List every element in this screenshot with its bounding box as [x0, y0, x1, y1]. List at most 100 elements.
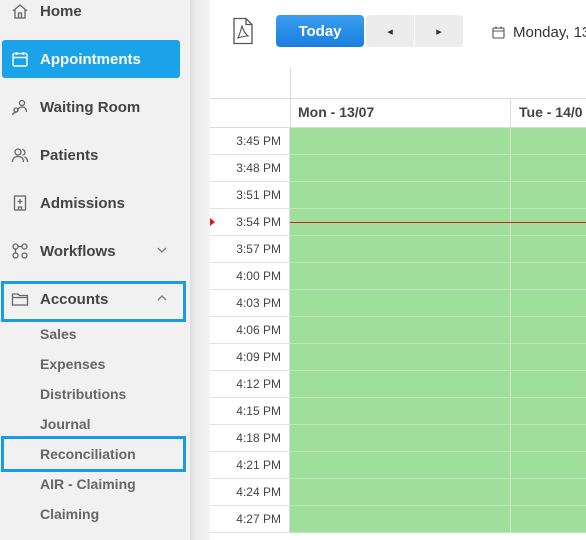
time-row: 4:24 PM [210, 479, 586, 506]
time-row: 3:45 PM [210, 128, 586, 155]
submenu-item-expenses[interactable]: Expenses [40, 353, 105, 375]
time-slot-mon[interactable] [290, 371, 511, 398]
time-slot-tue[interactable] [511, 236, 586, 263]
time-slot-tue[interactable] [511, 263, 586, 290]
sidebar-item-workflows[interactable]: Workflows [0, 232, 180, 270]
calendar-grid: Mon - 13/07 Tue - 14/0 3:45 PM 3:48 PM 3… [210, 68, 586, 540]
current-time-marker [210, 218, 215, 226]
sidebar-item-waiting-room[interactable]: Waiting Room [0, 88, 180, 126]
sidebar-item-admissions[interactable]: Admissions [0, 184, 180, 222]
time-grid: 3:45 PM 3:48 PM 3:51 PM 3:54 PM 3:57 PM … [210, 128, 586, 540]
time-slot-tue[interactable] [511, 182, 586, 209]
calendar-icon [492, 26, 505, 39]
submenu-item-distributions[interactable]: Distributions [40, 383, 126, 405]
time-slot-tue[interactable] [511, 371, 586, 398]
time-slot-mon[interactable] [290, 398, 511, 425]
sidebar-item-patients[interactable]: Patients [0, 136, 180, 174]
time-row: 4:18 PM [210, 425, 586, 452]
time-label: 3:54 PM [210, 209, 290, 236]
patients-icon [10, 145, 30, 165]
time-label: 4:21 PM [210, 452, 290, 479]
submenu-item-sales[interactable]: Sales [40, 323, 77, 345]
time-row: 4:12 PM [210, 371, 586, 398]
sidebar-divider [190, 0, 210, 540]
submenu-item-journal[interactable]: Journal [40, 413, 91, 435]
time-slot-tue[interactable] [511, 452, 586, 479]
date-range-picker[interactable]: Monday, 13 [492, 22, 586, 42]
time-row: 3:51 PM [210, 182, 586, 209]
time-slot-mon[interactable] [290, 506, 511, 533]
day-header-tue[interactable]: Tue - 14/0 [511, 98, 586, 127]
time-slot-mon[interactable] [290, 155, 511, 182]
time-label: 4:18 PM [210, 425, 290, 452]
workflow-icon [10, 241, 30, 261]
calendar-toolbar: Today ◂ ▸ Monday, 13 [210, 0, 586, 69]
time-slot-tue[interactable] [511, 506, 586, 533]
all-day-row [210, 68, 586, 99]
next-button[interactable]: ▸ [415, 15, 463, 47]
time-row: 4:09 PM [210, 344, 586, 371]
day-header-row: Mon - 13/07 Tue - 14/0 [210, 98, 586, 128]
submenu-item-claiming[interactable]: Claiming [40, 503, 99, 525]
time-row: 4:06 PM [210, 317, 586, 344]
time-label: 4:12 PM [210, 371, 290, 398]
time-row: 4:21 PM [210, 452, 586, 479]
calendar-icon [10, 49, 30, 69]
hospital-icon [10, 193, 30, 213]
time-label: 4:27 PM [210, 506, 290, 533]
time-row: 4:00 PM [210, 263, 586, 290]
time-slot-mon[interactable] [290, 263, 511, 290]
time-slot-mon[interactable] [290, 236, 511, 263]
day-header-mon[interactable]: Mon - 13/07 [290, 98, 511, 127]
time-slot-tue[interactable] [511, 344, 586, 371]
pdf-export-icon[interactable] [231, 17, 255, 45]
time-row: 4:15 PM [210, 398, 586, 425]
time-slot-tue[interactable] [511, 425, 586, 452]
sidebar-item-label: Home [40, 2, 82, 20]
sidebar-item-appointments[interactable]: Appointments [2, 40, 180, 78]
time-slot-mon[interactable] [290, 479, 511, 506]
time-label: 4:03 PM [210, 290, 290, 317]
time-slot-tue[interactable] [511, 128, 586, 155]
time-label: 4:00 PM [210, 263, 290, 290]
all-day-gutter [210, 68, 291, 98]
time-label: 3:48 PM [210, 155, 290, 182]
time-slot-tue[interactable] [511, 317, 586, 344]
time-slot-tue[interactable] [511, 155, 586, 182]
accounts-highlight-box [1, 281, 186, 322]
date-range-label: Monday, 13 [513, 23, 586, 41]
time-slot-mon[interactable] [290, 344, 511, 371]
time-label: 3:51 PM [210, 182, 290, 209]
time-row: 3:57 PM [210, 236, 586, 263]
time-row: 3:48 PM [210, 155, 586, 182]
previous-button[interactable]: ◂ [366, 15, 414, 47]
time-slot-tue[interactable] [511, 398, 586, 425]
sidebar-item-home[interactable]: Home [0, 0, 180, 30]
time-row: 4:03 PM [210, 290, 586, 317]
time-slot-mon[interactable] [290, 290, 511, 317]
time-slot-tue[interactable] [511, 290, 586, 317]
time-slot-mon[interactable] [290, 182, 511, 209]
sidebar: Home Appointments Waiting Room Patients … [0, 0, 190, 540]
sidebar-item-label: Appointments [40, 50, 141, 68]
time-label: 4:09 PM [210, 344, 290, 371]
header-gutter [210, 98, 291, 127]
today-button[interactable]: Today [276, 15, 364, 47]
time-label: 4:15 PM [210, 398, 290, 425]
time-slot-tue[interactable] [511, 479, 586, 506]
sidebar-item-label: Admissions [40, 194, 126, 212]
current-time-line [290, 222, 586, 223]
submenu-item-air-claiming[interactable]: AIR - Claiming [40, 473, 136, 495]
time-label: 3:45 PM [210, 128, 290, 155]
time-slot-mon[interactable] [290, 317, 511, 344]
home-icon [10, 1, 30, 21]
time-slot-mon[interactable] [290, 128, 511, 155]
time-row: 4:27 PM [210, 506, 586, 533]
time-slot-mon[interactable] [290, 452, 511, 479]
time-label: 4:06 PM [210, 317, 290, 344]
chevron-down-icon [157, 247, 167, 253]
sidebar-item-label: Workflows [40, 242, 116, 260]
sidebar-item-label: Patients [40, 146, 99, 164]
waiting-room-icon [10, 97, 30, 117]
time-slot-mon[interactable] [290, 425, 511, 452]
